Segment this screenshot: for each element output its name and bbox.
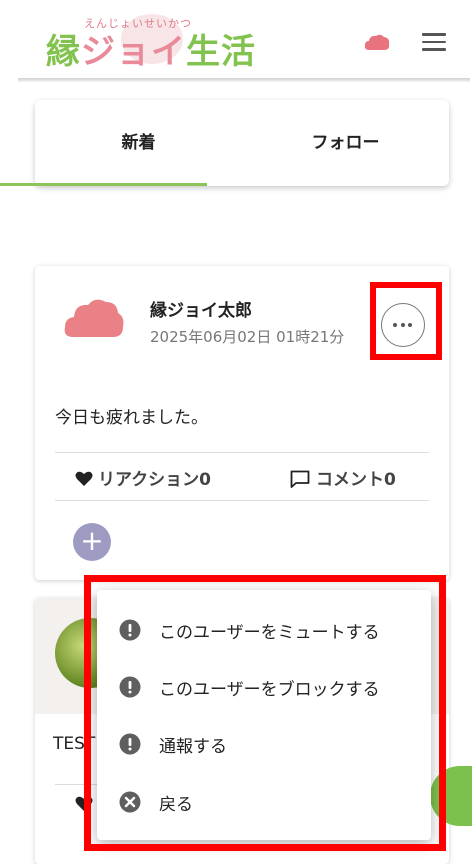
reaction-button[interactable]: リアクション0 bbox=[75, 465, 211, 490]
app-logo[interactable]: えんじょいせいかつ 縁ジョイ生活 bbox=[46, 14, 256, 72]
comment-button[interactable]: コメント0 bbox=[290, 465, 396, 490]
post-divider-bottom bbox=[55, 500, 429, 501]
comment-label: コメント0 bbox=[316, 470, 396, 490]
app-header: えんじょいせいかつ 縁ジョイ生活 bbox=[0, 0, 472, 78]
logo-text-part-3: 生活 bbox=[186, 32, 256, 72]
tab-new[interactable]: 新着 bbox=[35, 100, 242, 186]
tab-follow[interactable]: フォロー bbox=[242, 100, 449, 186]
hamburger-menu-icon[interactable] bbox=[422, 33, 446, 51]
highlight-box-menu bbox=[84, 575, 446, 851]
add-reaction-button[interactable]: + bbox=[73, 523, 111, 561]
post-divider-top bbox=[55, 452, 429, 453]
active-tab-indicator bbox=[0, 183, 207, 186]
cloud-icon[interactable] bbox=[364, 33, 390, 51]
reaction-label: リアクション0 bbox=[98, 470, 211, 490]
logo-text-part-1: 縁 bbox=[46, 32, 81, 72]
feed-tabs: 新着 フォロー bbox=[35, 100, 449, 186]
header-shadow bbox=[18, 78, 470, 82]
logo-text: 縁ジョイ生活 bbox=[46, 24, 256, 73]
avatar[interactable] bbox=[63, 296, 125, 338]
heart-icon bbox=[75, 471, 93, 486]
comment-icon bbox=[290, 470, 310, 488]
logo-text-part-2: ジョイ bbox=[81, 32, 186, 72]
post-timestamp: 2025年06月02日 01時21分 bbox=[150, 328, 345, 346]
highlight-box-more-button bbox=[370, 282, 442, 360]
post-body: 今日も疲れました。 bbox=[55, 408, 208, 428]
post-user-name[interactable]: 縁ジョイ太郎 bbox=[150, 296, 252, 321]
